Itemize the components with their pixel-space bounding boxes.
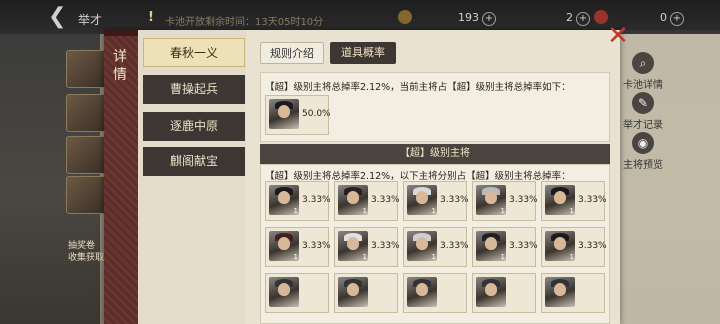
super-hero-text: 【超】级别主将总掉率2.12%，以下主将分别占【超】级别主将总掉率： [265, 171, 571, 182]
nav-item-caocao[interactable]: 曹操起兵 [143, 75, 245, 104]
hero-portrait: 1 [476, 231, 506, 261]
hero-portrait: 1 [476, 185, 506, 215]
arrow-left-icon: ❮ [48, 4, 67, 29]
hero-count-badge: 1 [500, 207, 505, 215]
hero-count-badge: 1 [431, 207, 436, 215]
pool-detail-dialog: 详情 春秋一义 曹操起兵 逐鹿中原 麒阁献宝 规则介绍 道具概率 【超】级别主将… [104, 23, 629, 324]
hero-portrait: 1 [545, 185, 575, 215]
hero-portrait: 1 [407, 185, 437, 215]
add-resource-button[interactable]: + [482, 12, 496, 26]
hero-portrait [269, 277, 299, 307]
eye-icon: ◉ [632, 132, 654, 154]
drop-rate: 3.33% [302, 241, 331, 251]
hero-count-badge: 1 [362, 207, 367, 215]
current-hero-text: 【超】级别主将总掉率2.12%，当前主将占【超】级别主将总掉率如下： [265, 82, 571, 93]
hero-count-badge: 1 [293, 253, 298, 261]
hero-portrait [545, 277, 575, 307]
hero-portrait: 1 [269, 231, 299, 261]
hero-count-badge: 1 [569, 253, 574, 261]
hero-avatar[interactable] [66, 50, 106, 88]
drop-rate: 3.33% [578, 241, 607, 251]
hero-card[interactable]: 1 3.33% [403, 181, 469, 221]
hero-portrait: 1 [338, 231, 368, 261]
hero-card[interactable]: 1 3.33% [265, 181, 331, 221]
hero-avatar[interactable] [66, 136, 106, 174]
side-item-hero-preview[interactable]: ◉ 主将预览 [618, 132, 668, 171]
hero-avatar[interactable] [66, 176, 106, 214]
side-item-label: 举才记录 [623, 120, 663, 131]
detail-label: 详情 [113, 49, 127, 83]
hero-portrait: 1 [338, 185, 368, 215]
hero-card[interactable]: 1 3.33% [541, 181, 607, 221]
page-title: 举才 [78, 13, 103, 27]
tab-rules[interactable]: 规则介绍 [260, 42, 324, 64]
hero-card[interactable] [472, 273, 536, 313]
close-button[interactable]: ✕ [606, 21, 630, 51]
hero-card[interactable]: 50.0% [265, 95, 331, 135]
super-hero-section: 【超】级别主将总掉率2.12%，以下主将分别占【超】级别主将总掉率： 1 3.33… [260, 164, 610, 324]
coin-icon [398, 10, 412, 24]
drop-rate: 3.33% [302, 195, 331, 205]
hero-portrait: 1 [545, 231, 575, 261]
add-resource-button[interactable]: + [576, 12, 590, 26]
hero-portrait [476, 277, 506, 307]
super-hero-header: 【超】级别主将 [260, 144, 610, 164]
drop-rate: 3.33% [371, 195, 400, 205]
nav-item-chunqiu[interactable]: 春秋一义 [143, 38, 245, 67]
back-button[interactable]: ❮ [48, 6, 66, 28]
drop-rate: 3.33% [509, 241, 538, 251]
pool-nav: 春秋一义 曹操起兵 逐鹿中原 麒阁献宝 [138, 30, 246, 324]
tab-probability[interactable]: 道具概率 [330, 42, 396, 64]
hero-count-badge: 1 [362, 253, 367, 261]
hero-portrait: 1 [269, 185, 299, 215]
hero-portrait: 1 [407, 231, 437, 261]
hero-card[interactable] [265, 273, 329, 313]
hero-card[interactable]: 1 3.33% [265, 227, 331, 267]
hero-card[interactable]: 1 3.33% [403, 227, 469, 267]
side-item-draw-record[interactable]: ✎ 举才记录 [618, 92, 668, 131]
add-resource-button[interactable]: + [670, 12, 684, 26]
hero-card[interactable]: 1 3.33% [472, 227, 538, 267]
drop-rate: 3.33% [371, 241, 400, 251]
drop-rate: 3.33% [440, 241, 469, 251]
hero-card[interactable] [541, 273, 605, 313]
drop-rate: 3.33% [440, 195, 469, 205]
hero-card[interactable] [334, 273, 398, 313]
close-icon: ✕ [607, 21, 629, 51]
hero-portrait [269, 99, 299, 129]
hero-count-badge: 1 [293, 207, 298, 215]
hero-portrait [338, 277, 368, 307]
side-item-label: 主将预览 [623, 160, 663, 171]
hero-card[interactable]: 1 3.33% [334, 227, 400, 267]
side-item-pool-detail[interactable]: ⌕ 卡池详情 [618, 52, 668, 91]
resource-counter: 2 + [566, 11, 590, 26]
resource-counter: 193 + [458, 11, 496, 26]
hero-card[interactable] [403, 273, 467, 313]
drop-rate: 3.33% [509, 195, 538, 205]
hero-count-badge: 1 [569, 207, 574, 215]
hero-portrait [407, 277, 437, 307]
token-icon [594, 10, 608, 24]
content-area: 规则介绍 道具概率 【超】级别主将总掉率2.12%，当前主将占【超】级别主将总掉… [254, 30, 614, 324]
magnifier-icon: ⌕ [632, 52, 654, 74]
drop-rate: 50.0% [302, 109, 331, 119]
resource-counter: 0 + [660, 11, 684, 26]
nav-item-qige[interactable]: 麒阁献宝 [143, 147, 245, 176]
hero-avatar[interactable] [66, 94, 106, 132]
hero-card[interactable]: 1 3.33% [472, 181, 538, 221]
hero-card[interactable]: 1 3.33% [334, 181, 400, 221]
nav-item-zhulu[interactable]: 逐鹿中原 [143, 112, 245, 141]
hero-card[interactable]: 1 3.33% [541, 227, 607, 267]
hero-count-badge: 1 [431, 253, 436, 261]
side-item-label: 卡池详情 [623, 80, 663, 91]
feather-icon: ✎ [632, 92, 654, 114]
pool-timer-text: 卡池开放剩余时间：13天05时10分 [165, 17, 324, 28]
draw-ticket-note: 抽奖卷 收集获取 [68, 241, 105, 263]
hero-count-badge: 1 [500, 253, 505, 261]
current-hero-section: 【超】级别主将总掉率2.12%，当前主将占【超】级别主将总掉率如下： 50.0% [260, 72, 610, 142]
warning-icon: ! [148, 10, 154, 25]
drop-rate: 3.33% [578, 195, 607, 205]
